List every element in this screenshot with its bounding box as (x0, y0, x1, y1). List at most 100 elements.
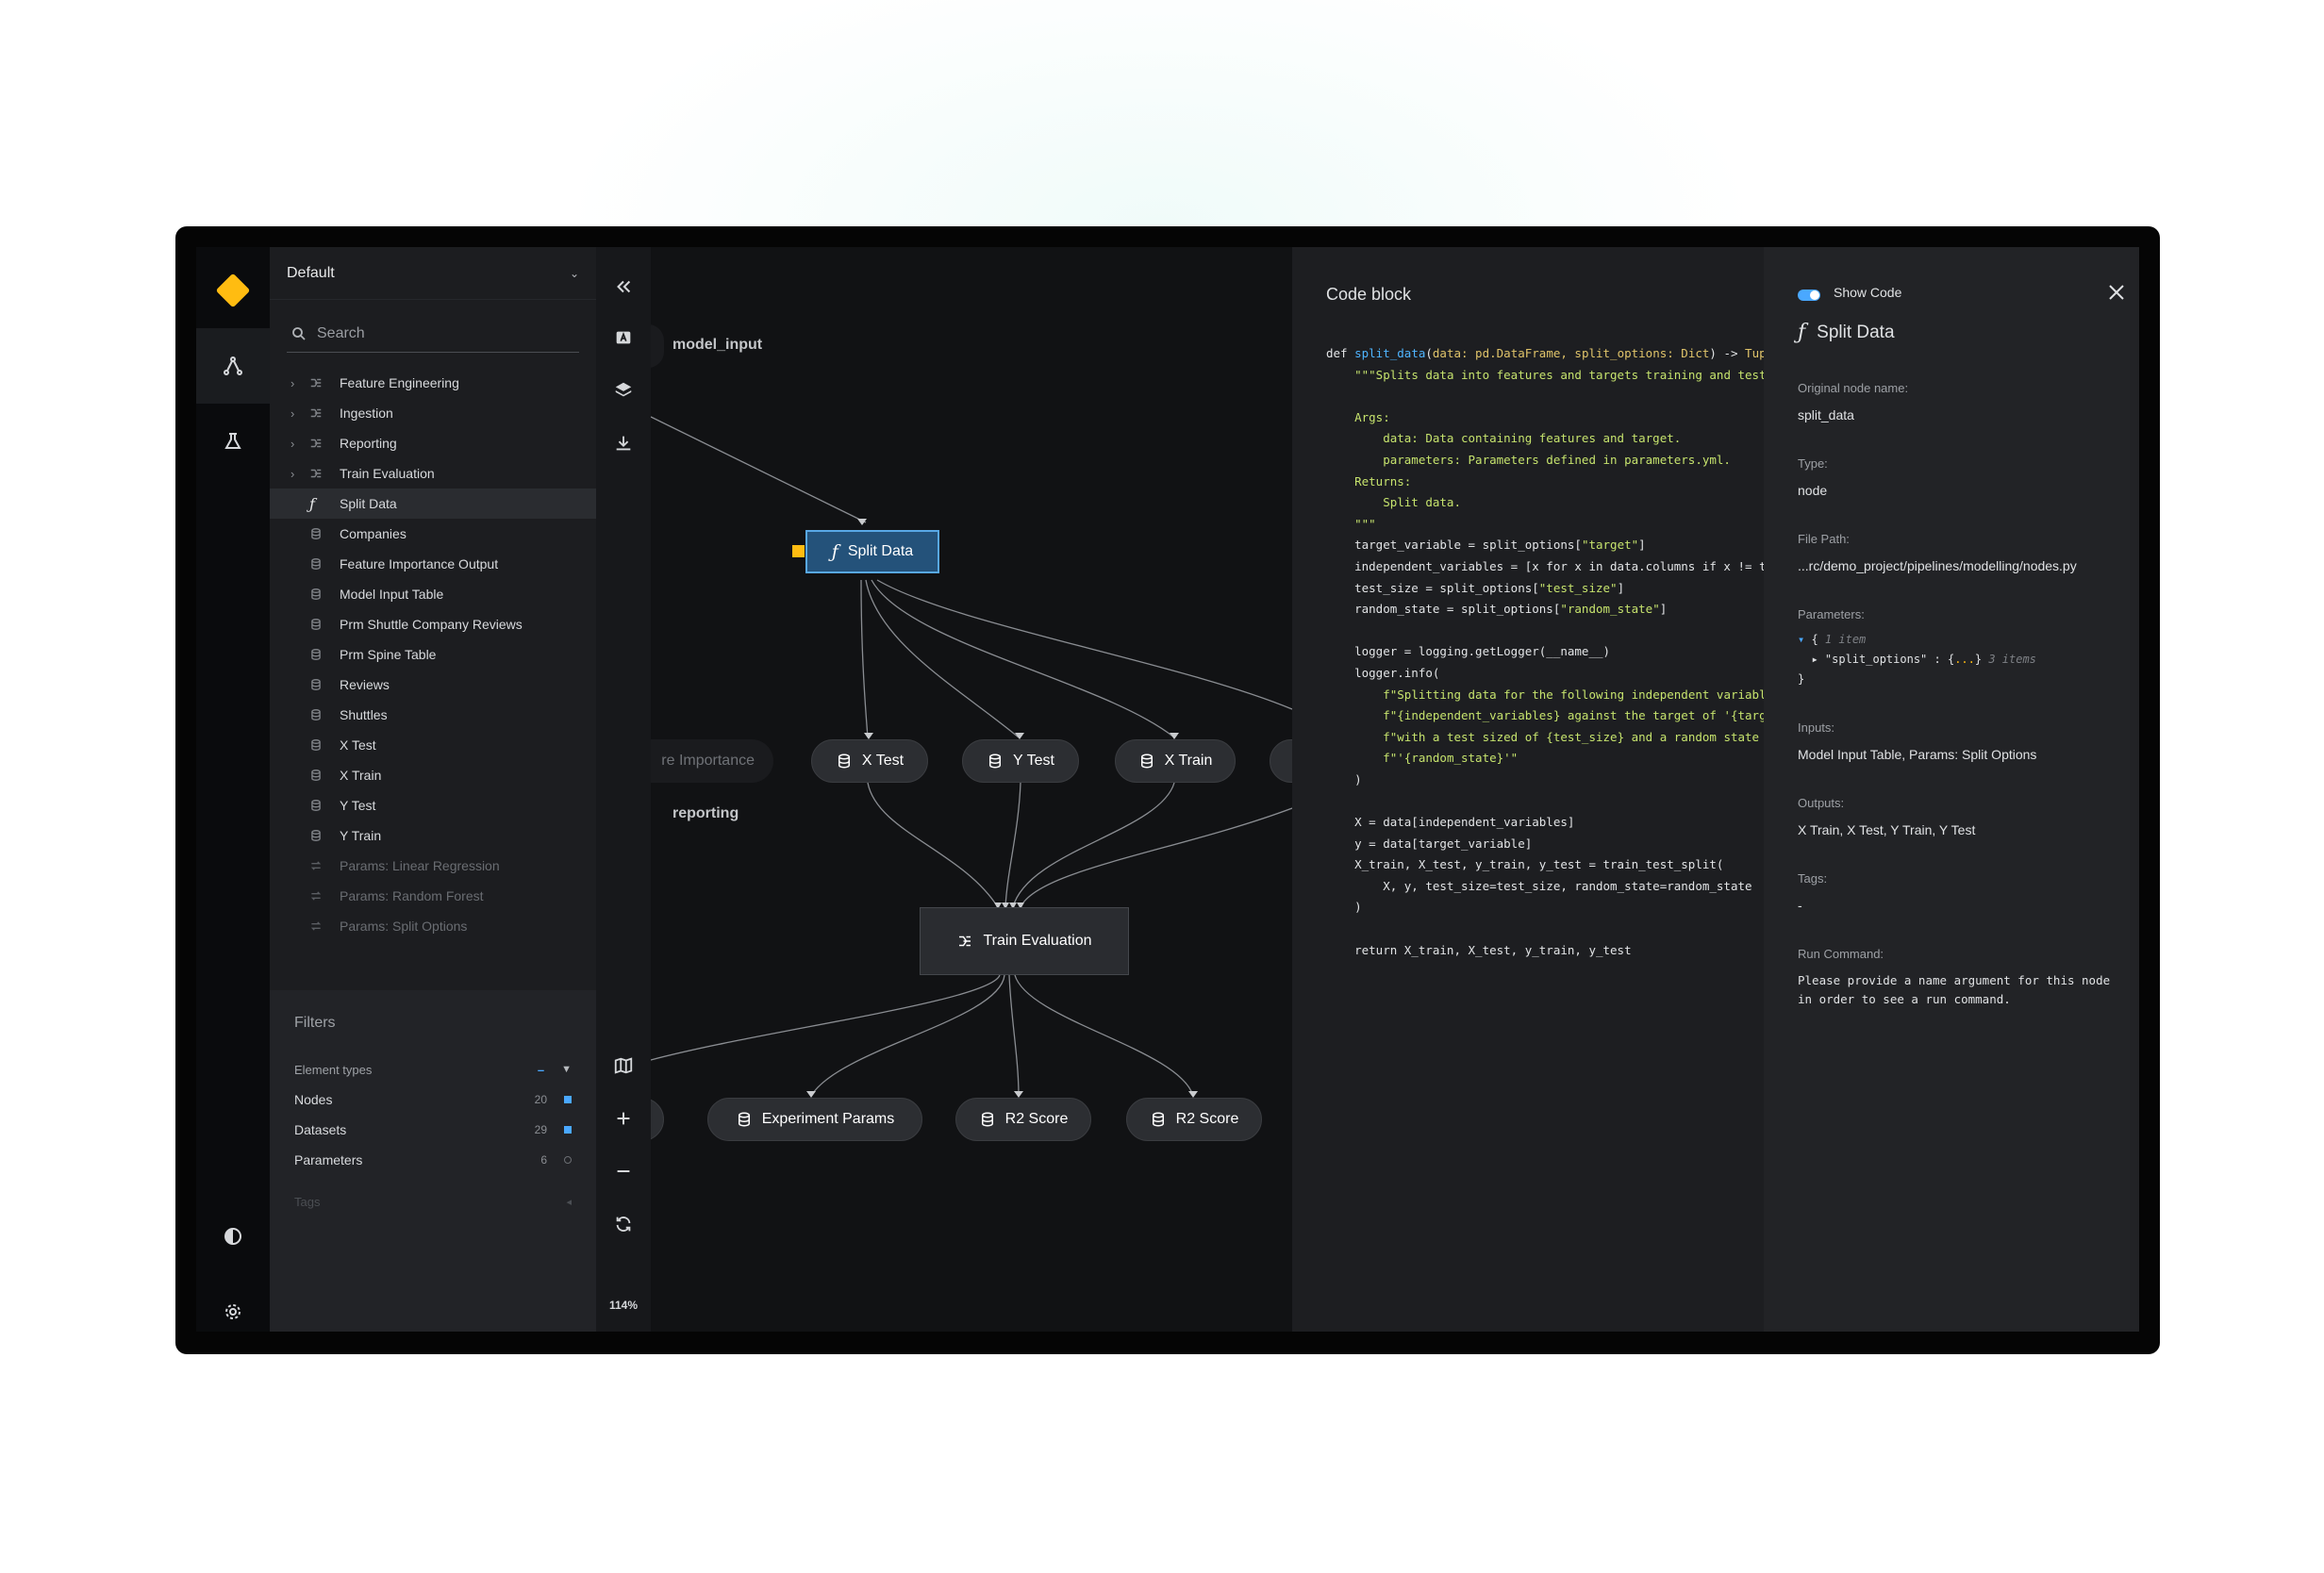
outputs-value: X Train, X Test, Y Train, Y Test (1798, 822, 1976, 837)
flowchart-canvas[interactable]: model_input reporting ƒ Split Data re Im… (651, 247, 1292, 1332)
caret-down-icon[interactable]: ▼ (561, 1064, 572, 1075)
filter-checkbox[interactable] (564, 1126, 572, 1134)
parameters-json[interactable]: ▾ { 1 item ▸ "split_options" : {...} 3 i… (1798, 630, 2036, 689)
tree-item[interactable]: Model Input Table (270, 579, 596, 609)
arrow-r2a (1014, 1091, 1023, 1098)
type-label: Type: (1798, 456, 1828, 471)
search-field[interactable]: Search (287, 315, 579, 353)
filter-name: Parameters (294, 1152, 363, 1167)
filter-row[interactable]: Nodes 20 (294, 1085, 572, 1115)
tree-item[interactable]: Shuttles (270, 700, 596, 730)
minus-icon[interactable]: – (538, 1063, 544, 1077)
param-key[interactable]: "split_options" (1825, 653, 1927, 666)
filter-row[interactable]: Parameters 6 (294, 1145, 572, 1175)
element-types-label: Element types (294, 1062, 373, 1077)
tree-item[interactable]: › Ingestion (270, 398, 596, 428)
node-r2-score-1[interactable]: R2 Score (955, 1098, 1091, 1141)
filter-checkbox[interactable] (564, 1096, 572, 1103)
tree-item[interactable]: X Train (270, 760, 596, 790)
tree-item-label: Y Train (340, 828, 382, 843)
tags-group[interactable]: Tags ◂ (294, 1186, 572, 1217)
node-r2-score-1-label: R2 Score (1004, 1111, 1069, 1127)
chevron-right-icon[interactable]: › (290, 467, 309, 481)
outputs-label: Outputs: (1798, 796, 1845, 810)
reset-zoom-button[interactable] (596, 1205, 651, 1243)
tree-item[interactable]: › Reporting (270, 428, 596, 458)
node-split-data[interactable]: ƒ Split Data (805, 530, 939, 573)
database-icon (738, 1112, 750, 1127)
layers-toggle-button[interactable] (596, 372, 651, 409)
theme-toggle-button[interactable] (196, 1199, 270, 1274)
tree-item[interactable]: X Test (270, 730, 596, 760)
zoom-in-button[interactable] (596, 1100, 651, 1137)
tree-item-label: Train Evaluation (340, 466, 435, 481)
tree-item[interactable]: › Train Evaluation (270, 458, 596, 488)
tree-item-label: Reviews (340, 677, 390, 692)
tree-item[interactable]: Prm Spine Table (270, 639, 596, 670)
chevron-right-icon[interactable]: › (290, 406, 309, 421)
labels-toggle-button[interactable] (596, 319, 651, 356)
tree-item[interactable]: Feature Importance Output (270, 549, 596, 579)
minimap-toggle-button[interactable] (596, 1047, 651, 1085)
settings-button[interactable] (196, 1274, 270, 1332)
tree-item-label: X Test (340, 737, 376, 753)
arrow-xtest (864, 733, 873, 739)
node-r2-score-2-label: R2 Score (1175, 1111, 1239, 1127)
filter-checkbox[interactable] (564, 1156, 572, 1164)
node-feature-importance[interactable]: re Importance (651, 739, 773, 783)
tree-item[interactable]: Companies (270, 519, 596, 549)
zoom-out-button[interactable] (596, 1152, 651, 1190)
tree-item[interactable]: Params: Random Forest (270, 881, 596, 911)
pipeline-select[interactable]: Default ⌄ (270, 247, 596, 300)
function-icon: ƒ (831, 541, 838, 562)
experiment-tracking-button[interactable] (196, 404, 270, 479)
flask-icon (224, 433, 241, 449)
close-icon[interactable] (2105, 281, 2128, 304)
node-x-test[interactable]: X Test (811, 739, 928, 783)
search-icon (292, 326, 306, 340)
tree-item[interactable]: Reviews (270, 670, 596, 700)
tree-item[interactable]: Params: Split Options (270, 911, 596, 941)
modular-pipeline-icon (309, 437, 330, 450)
run-command-label: Run Command: (1798, 947, 1884, 961)
node-train-evaluation[interactable]: Train Evaluation (920, 907, 1129, 975)
modular-pipeline-icon (959, 936, 971, 947)
pipeline-tree-icon (224, 356, 242, 375)
tree-item[interactable]: Params: Linear Regression (270, 851, 596, 881)
chevron-right-icon[interactable]: › (290, 376, 309, 390)
database-icon (981, 1112, 993, 1127)
tags-label: Tags: (1798, 871, 1828, 886)
tree-item[interactable]: Y Train (270, 820, 596, 851)
node-r2-score-2[interactable]: R2 Score (1126, 1098, 1262, 1141)
tree-item[interactable]: Y Test (270, 790, 596, 820)
database-icon (309, 769, 330, 782)
element-types-group[interactable]: Element types – ▼ (294, 1054, 572, 1085)
param-items: 3 items (1988, 653, 2036, 666)
chevron-right-icon[interactable]: › (290, 437, 309, 451)
tree-item-label: Model Input Table (340, 587, 444, 602)
tree-item-label: Reporting (340, 436, 397, 451)
inputs-label: Inputs: (1798, 720, 1835, 735)
tree-item[interactable]: Prm Shuttle Company Reviews (270, 609, 596, 639)
type-value: node (1798, 483, 1828, 498)
show-code-toggle[interactable] (1798, 290, 1820, 301)
canvas-toolbar: 114% (596, 247, 651, 1332)
metadata-panel: Show Code ƒ Split Data Original node nam… (1764, 247, 2139, 1332)
export-button[interactable] (596, 424, 651, 462)
node-experiment-params[interactable]: Experiment Params (707, 1098, 922, 1141)
node-y-test[interactable]: Y Test (962, 739, 1079, 783)
tree-item-label: Prm Spine Table (340, 647, 437, 662)
metadata-node-name: Split Data (1817, 322, 1895, 342)
filter-row[interactable]: Datasets 29 (294, 1115, 572, 1145)
modular-pipeline-icon (309, 376, 330, 389)
database-icon (1140, 753, 1153, 769)
collapse-sidebar-button[interactable] (596, 268, 651, 306)
node-x-train[interactable]: X Train (1115, 739, 1236, 783)
tree-item[interactable]: › Feature Engineering (270, 368, 596, 398)
device-frame: Default ⌄ Search › Feature Engineering › In… (175, 226, 2160, 1354)
modular-pipeline-icon (309, 406, 330, 420)
edge-split-offscreen (876, 579, 1292, 710)
node-x-train-label: X Train (1164, 753, 1213, 769)
flowchart-view-button[interactable] (196, 328, 270, 404)
tree-item[interactable]: ƒ Split Data (270, 488, 596, 519)
